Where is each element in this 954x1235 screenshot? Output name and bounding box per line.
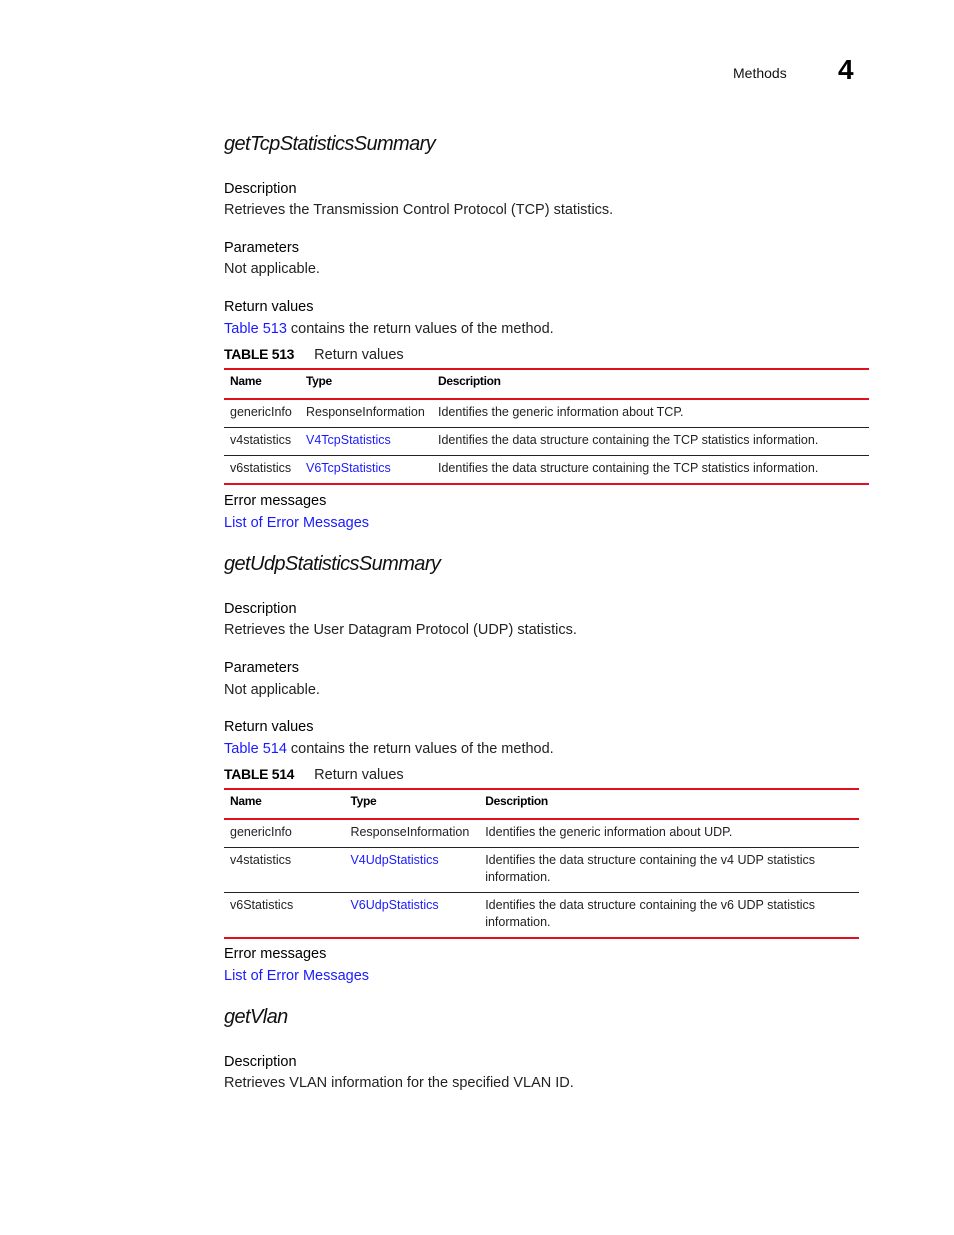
table-row: v6statistics V6TcpStatistics Identifies … bbox=[224, 455, 869, 485]
cell-name: v6statistics bbox=[224, 455, 300, 485]
cell-description: Identifies the data structure containing… bbox=[479, 892, 859, 939]
table-header-row: Name Type Description bbox=[224, 788, 859, 820]
cell-type: ResponseInformation bbox=[344, 819, 480, 848]
error-messages-link[interactable]: List of Error Messages bbox=[224, 968, 369, 984]
parameters-heading: Parameters bbox=[224, 240, 299, 256]
table-number: TABLE 514 bbox=[224, 766, 295, 782]
table-header-row: Name Type Description bbox=[224, 368, 869, 400]
cell-type: V6TcpStatistics bbox=[300, 455, 432, 485]
type-link-v6udpstatistics[interactable]: V6UdpStatistics bbox=[350, 898, 438, 912]
table-row: genericInfo ResponseInformation Identifi… bbox=[224, 399, 869, 428]
parameters-text: Not applicable. bbox=[224, 682, 320, 698]
table-number: TABLE 513 bbox=[224, 346, 295, 362]
method-title-getvlan: getVlan bbox=[224, 1006, 288, 1028]
return-values-table-514: Name Type Description genericInfo Respon… bbox=[224, 788, 859, 939]
table-row: v4statistics V4UdpStatistics Identifies … bbox=[224, 847, 859, 893]
error-messages-heading: Error messages bbox=[224, 493, 327, 509]
column-header-name: Name bbox=[224, 368, 300, 400]
table-caption-text: Return values bbox=[314, 347, 404, 363]
cell-name: v4statistics bbox=[224, 427, 300, 456]
return-values-sentence: contains the return values of the method… bbox=[286, 321, 554, 337]
description-text: Retrieves the Transmission Control Proto… bbox=[224, 202, 614, 218]
table-513-link[interactable]: Table 513 bbox=[224, 321, 287, 337]
cell-type: V4UdpStatistics bbox=[344, 847, 480, 893]
cell-description: Identifies the generic information about… bbox=[432, 399, 869, 428]
return-values-heading: Return values bbox=[224, 719, 314, 735]
table-caption-text: Return values bbox=[314, 767, 404, 783]
chapter-number: 4 bbox=[838, 54, 854, 85]
return-values-heading: Return values bbox=[224, 299, 314, 315]
column-header-description: Description bbox=[479, 788, 859, 820]
method-title-getudpstatisticssummary: getUdpStatisticsSummary bbox=[224, 553, 441, 575]
parameters-heading: Parameters bbox=[224, 660, 299, 676]
table-row: genericInfo ResponseInformation Identifi… bbox=[224, 819, 859, 848]
type-link-v6tcpstatistics[interactable]: V6TcpStatistics bbox=[306, 461, 391, 475]
running-header-section: Methods bbox=[733, 65, 787, 81]
cell-name: v6Statistics bbox=[224, 892, 345, 939]
cell-type: V6UdpStatistics bbox=[344, 892, 480, 939]
cell-name: genericInfo bbox=[224, 399, 300, 428]
description-heading: Description bbox=[224, 181, 297, 197]
return-values-text: Table 514 contains the return values of … bbox=[224, 741, 554, 757]
return-values-table-513: Name Type Description genericInfo Respon… bbox=[224, 368, 869, 485]
error-messages-link[interactable]: List of Error Messages bbox=[224, 515, 369, 531]
cell-description: Identifies the data structure containing… bbox=[479, 847, 859, 893]
error-messages-text: List of Error Messages bbox=[224, 968, 369, 984]
cell-type: ResponseInformation bbox=[300, 399, 432, 428]
cell-description: Identifies the data structure containing… bbox=[432, 455, 869, 485]
description-text: Retrieves the User Datagram Protocol (UD… bbox=[224, 622, 577, 638]
type-link-v4udpstatistics[interactable]: V4UdpStatistics bbox=[350, 853, 438, 867]
return-values-text: Table 513 contains the return values of … bbox=[224, 321, 554, 337]
error-messages-text: List of Error Messages bbox=[224, 515, 369, 531]
method-title-gettcpstatisticssummary: getTcpStatisticsSummary bbox=[224, 133, 436, 155]
cell-name: v4statistics bbox=[224, 847, 345, 893]
table-514-link[interactable]: Table 514 bbox=[224, 741, 287, 757]
type-link-v4tcpstatistics[interactable]: V4TcpStatistics bbox=[306, 433, 391, 447]
description-heading: Description bbox=[224, 601, 297, 617]
cell-description: Identifies the generic information about… bbox=[479, 819, 859, 848]
table-row: v6Statistics V6UdpStatistics Identifies … bbox=[224, 892, 859, 939]
table-caption: TABLE 513 Return values bbox=[224, 346, 404, 363]
cell-description: Identifies the data structure containing… bbox=[432, 427, 869, 456]
error-messages-heading: Error messages bbox=[224, 946, 327, 962]
description-text: Retrieves VLAN information for the speci… bbox=[224, 1075, 574, 1091]
column-header-name: Name bbox=[224, 788, 345, 820]
table-row: v4statistics V4TcpStatistics Identifies … bbox=[224, 427, 869, 456]
column-header-type: Type bbox=[300, 368, 432, 400]
cell-name: genericInfo bbox=[224, 819, 345, 848]
column-header-type: Type bbox=[344, 788, 480, 820]
return-values-sentence: contains the return values of the method… bbox=[286, 741, 554, 757]
cell-type: V4TcpStatistics bbox=[300, 427, 432, 456]
parameters-text: Not applicable. bbox=[224, 261, 320, 277]
table-caption: TABLE 514 Return values bbox=[224, 766, 404, 783]
description-heading: Description bbox=[224, 1054, 297, 1070]
column-header-description: Description bbox=[432, 368, 869, 400]
